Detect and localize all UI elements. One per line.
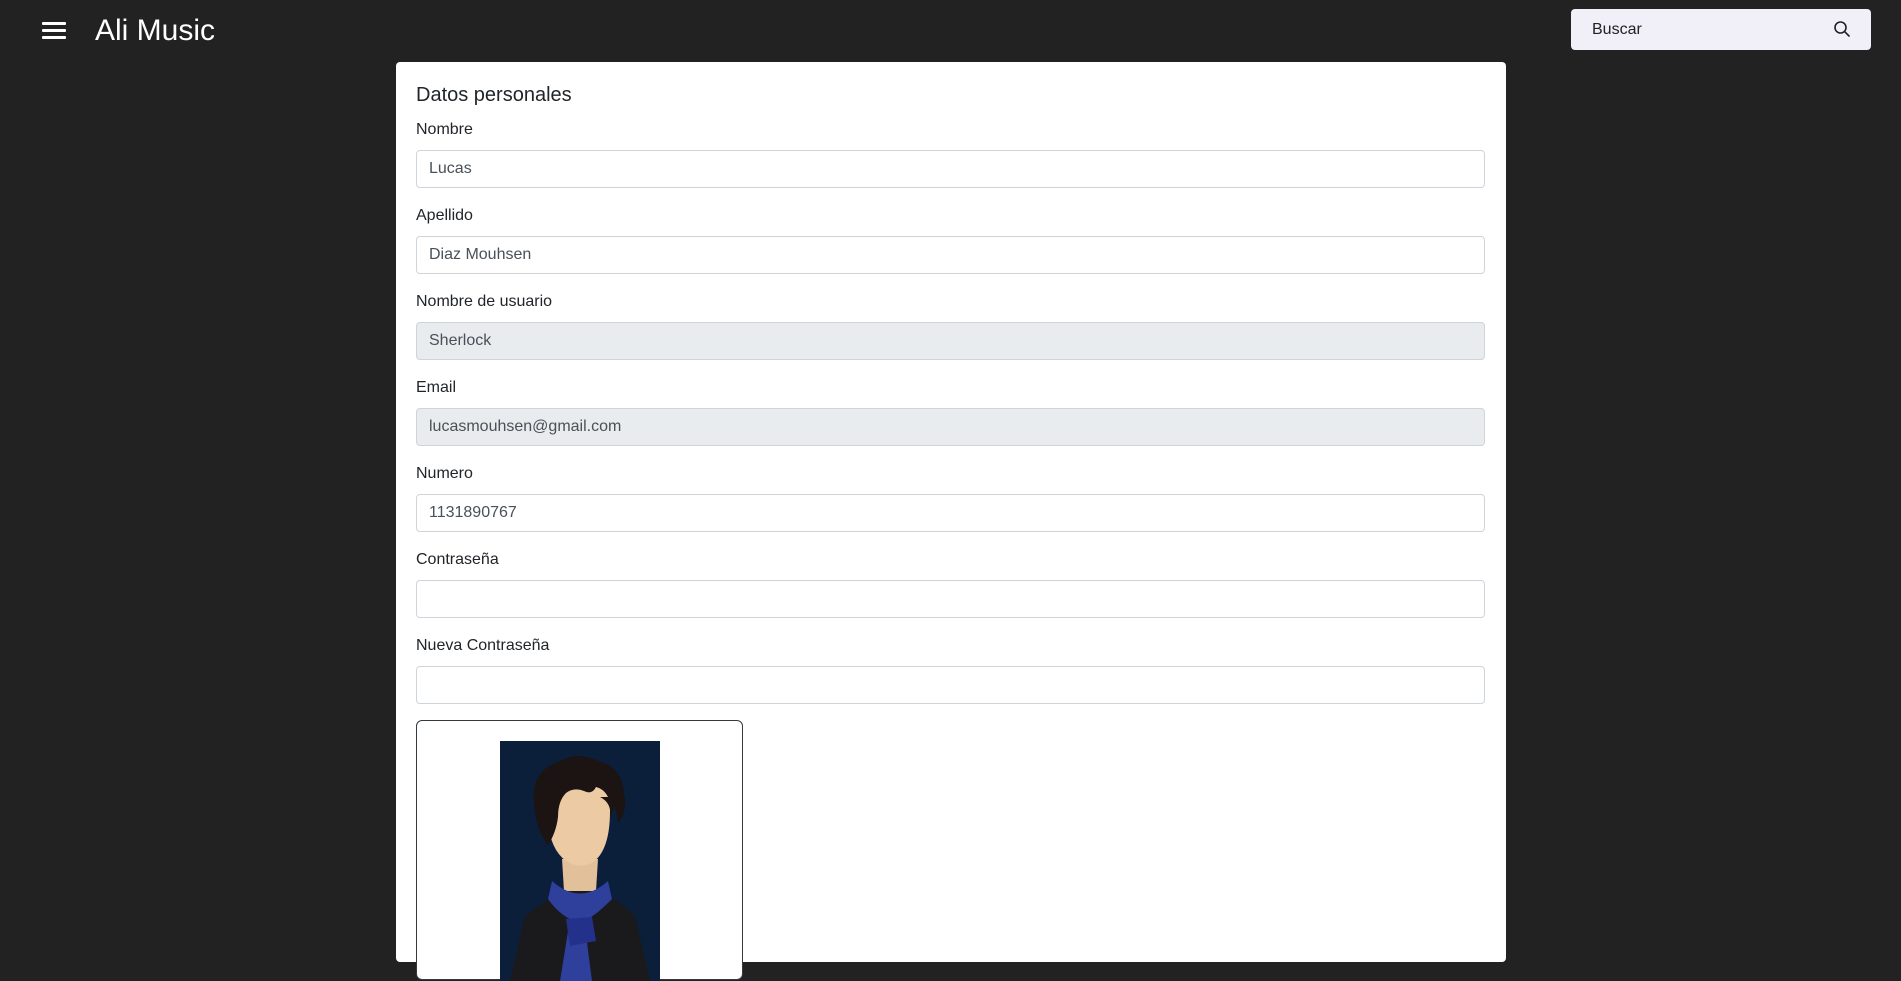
nombre-field[interactable] — [416, 150, 1485, 188]
card-title: Datos personales — [416, 84, 572, 106]
search-icon[interactable] — [1833, 20, 1851, 38]
password-field[interactable] — [416, 580, 1485, 618]
numero-field[interactable] — [416, 494, 1485, 532]
email-label: Email — [416, 379, 457, 396]
email-field — [416, 408, 1485, 446]
apellido-label: Apellido — [416, 207, 473, 224]
numero-label: Numero — [416, 465, 473, 482]
profile-image-frame[interactable] — [416, 720, 743, 981]
password-label: Contraseña — [416, 551, 499, 568]
search-input[interactable] — [1571, 9, 1821, 50]
new-password-label: Nueva Contraseña — [416, 637, 550, 654]
username-field — [416, 322, 1485, 360]
hamburger-menu-icon[interactable] — [40, 19, 68, 43]
personal-data-card: Datos personales Nombre Apellido Nombre … — [396, 62, 1506, 981]
username-label: Nombre de usuario — [416, 293, 553, 310]
search-box — [1571, 9, 1871, 50]
avatar-sherlock-illustration — [500, 741, 660, 981]
nombre-label: Nombre — [416, 121, 473, 138]
top-navbar: Ali Music — [0, 0, 1901, 62]
new-password-field[interactable] — [416, 666, 1485, 704]
app-title[interactable]: Ali Music — [95, 12, 215, 50]
apellido-field[interactable] — [416, 236, 1485, 274]
